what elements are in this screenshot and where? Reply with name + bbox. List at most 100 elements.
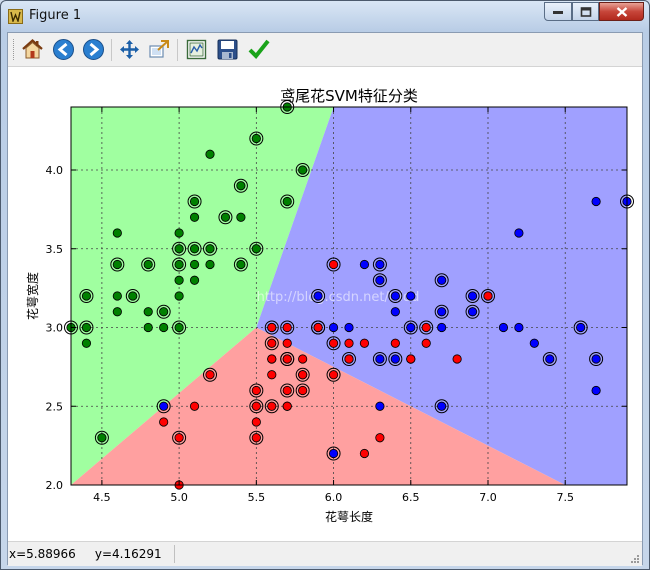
data-point-green — [174, 228, 184, 238]
y-tick-label: 3.0 — [46, 322, 64, 335]
maximize-button[interactable] — [572, 2, 599, 21]
data-point-green — [189, 212, 200, 222]
y-tick-label: 3.5 — [46, 243, 64, 256]
data-point-green — [81, 322, 92, 333]
data-point-red — [298, 385, 308, 396]
data-point-blue — [498, 322, 509, 333]
data-point-red — [406, 354, 416, 364]
data-point-red — [282, 401, 292, 411]
data-point-blue — [406, 291, 416, 301]
data-point-red — [267, 401, 277, 411]
data-point-red — [359, 338, 370, 348]
data-point-blue — [390, 291, 400, 301]
data-point-red — [267, 354, 277, 364]
data-point-red — [267, 370, 277, 380]
figure-client: http://blog.csdn.net/lsldd 4.5 5.0 5.5 6.0 6… — [7, 32, 643, 566]
figure-window: Figure 1 http://blog.csdn.net/lsldd 4.5 … — [0, 0, 650, 570]
app-icon — [8, 9, 23, 24]
plot-area: http://blog.csdn.net/lsldd 4.5 5.0 5.5 6.0 6… — [25, 87, 634, 524]
minimize-button[interactable] — [544, 2, 572, 21]
data-point-green — [174, 322, 184, 333]
data-point-green — [189, 275, 200, 285]
data-point-blue — [375, 401, 385, 411]
title-bar[interactable]: Figure 1 — [1, 1, 649, 31]
data-point-blue — [344, 322, 354, 333]
data-point-red — [421, 322, 431, 333]
data-point-blue — [591, 354, 601, 364]
close-button[interactable] — [599, 2, 644, 21]
status-divider — [174, 545, 175, 563]
data-point-green — [81, 338, 92, 348]
data-point-blue — [437, 307, 447, 317]
x-tick-label: 4.5 — [93, 491, 111, 504]
x-axis-label: 花萼长度 — [325, 509, 373, 524]
data-point-red — [189, 401, 200, 411]
data-point-blue — [375, 354, 385, 364]
data-point-green — [174, 291, 184, 301]
data-point-green — [143, 322, 153, 333]
data-point-red — [375, 433, 385, 443]
data-point-green — [236, 259, 246, 270]
data-point-red — [298, 370, 308, 380]
data-point-green — [205, 259, 215, 270]
data-point-red — [282, 338, 292, 348]
data-point-green — [128, 291, 138, 301]
status-bar: x=5.88966 y=4.16291 — [8, 541, 642, 566]
y-tick-label: 4.0 — [46, 164, 64, 177]
x-tick-label: 6.0 — [325, 491, 343, 504]
data-point-red — [328, 338, 339, 348]
data-point-blue — [375, 259, 385, 270]
resize-grip-icon[interactable] — [630, 554, 640, 564]
data-point-green — [251, 244, 261, 254]
data-point-green — [189, 259, 200, 270]
data-point-green — [112, 228, 122, 238]
data-point-green — [174, 244, 184, 254]
data-point-red — [359, 448, 370, 459]
data-point-green — [236, 212, 246, 222]
data-point-red — [390, 338, 400, 348]
data-point-blue — [359, 259, 370, 270]
data-point-blue — [375, 275, 385, 285]
data-point-blue — [576, 322, 586, 333]
data-point-green — [282, 196, 292, 207]
data-point-red — [452, 354, 462, 364]
data-point-green — [159, 322, 169, 333]
data-point-blue — [328, 448, 339, 459]
data-point-green — [97, 433, 107, 443]
figure-canvas[interactable]: http://blog.csdn.net/lsldd 4.5 5.0 5.5 6.0 6… — [8, 33, 642, 541]
data-point-blue — [591, 196, 601, 207]
data-point-green — [205, 244, 215, 254]
data-point-red — [313, 322, 323, 333]
data-point-green — [143, 259, 153, 270]
data-point-red — [282, 322, 292, 333]
data-point-red — [344, 354, 354, 364]
data-point-green — [143, 307, 153, 317]
data-point-red — [159, 417, 169, 427]
data-point-green — [205, 149, 215, 159]
data-point-green — [174, 275, 184, 285]
chart-title: 鸢尾花SVM特征分类 — [280, 87, 418, 105]
data-point-green — [159, 307, 169, 317]
data-point-green — [81, 291, 92, 301]
data-point-blue — [514, 228, 524, 238]
x-tick-label: 6.5 — [402, 491, 420, 504]
data-point-red — [251, 385, 261, 396]
data-point-green — [189, 196, 200, 207]
x-tick-label: 5.0 — [170, 491, 188, 504]
x-tick-label: 5.5 — [248, 491, 266, 504]
data-point-red — [282, 354, 292, 364]
data-point-red — [251, 433, 261, 443]
data-point-red — [267, 338, 277, 348]
data-point-blue — [591, 385, 601, 396]
data-point-blue — [390, 307, 400, 317]
data-point-red — [344, 338, 354, 348]
data-point-red — [251, 401, 261, 411]
data-point-blue — [514, 322, 524, 333]
data-point-green — [174, 259, 184, 270]
data-point-blue — [406, 322, 416, 333]
data-point-red — [251, 417, 261, 427]
data-point-blue — [529, 338, 539, 348]
data-point-green — [298, 165, 308, 175]
y-tick-label: 2.0 — [46, 479, 64, 492]
data-point-green — [251, 133, 261, 144]
